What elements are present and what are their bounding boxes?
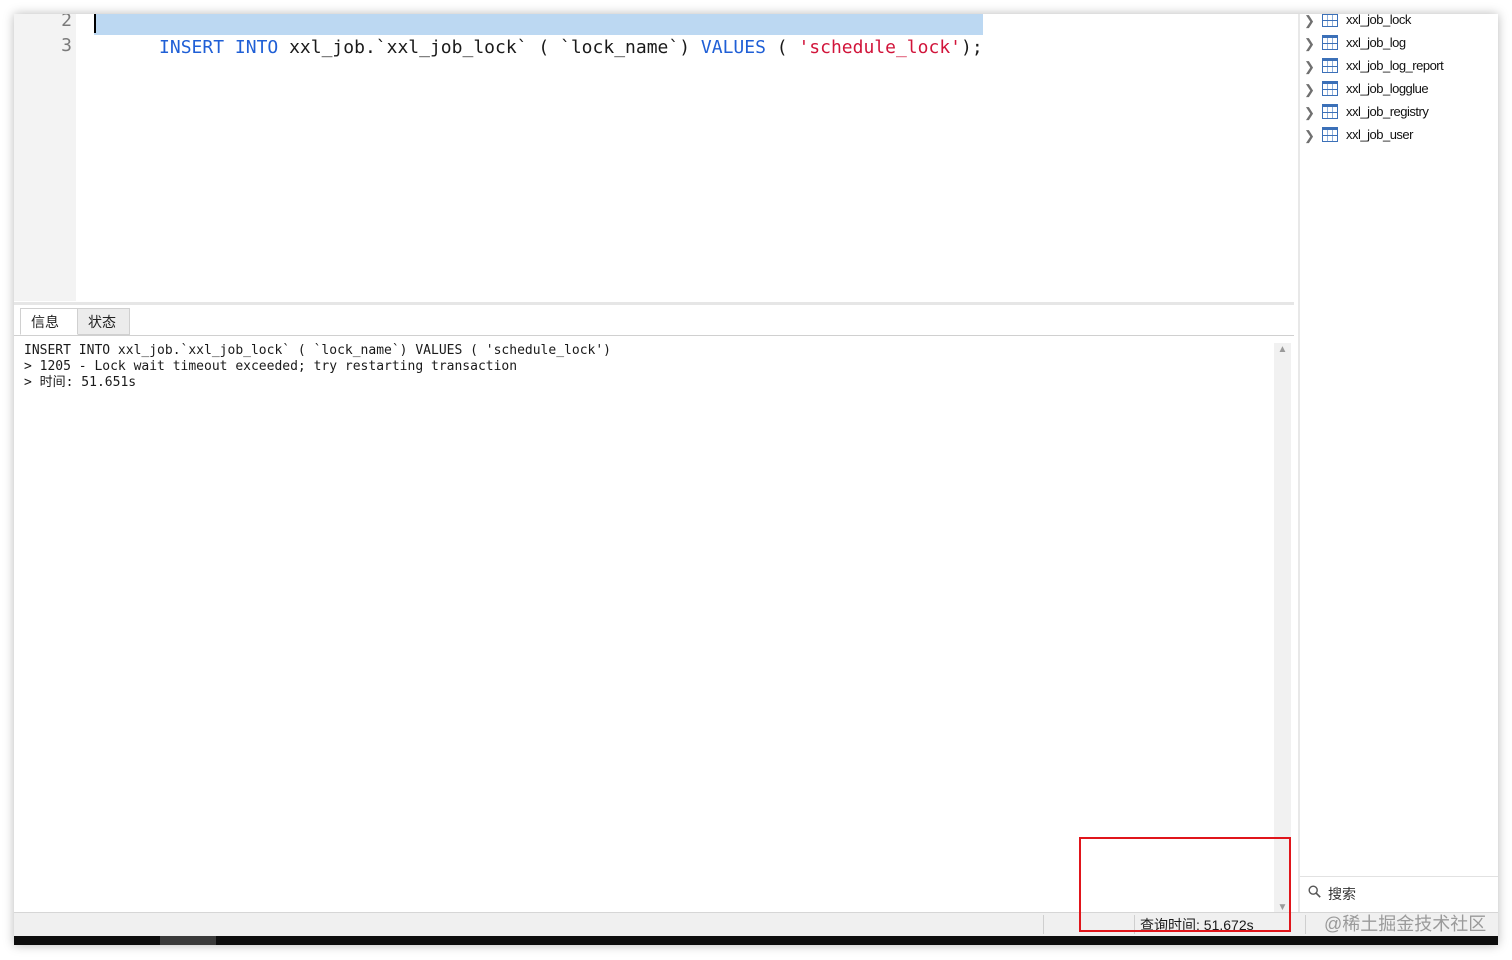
chevron-right-icon[interactable]: ❯ (1304, 81, 1315, 99)
vertical-scrollbar[interactable]: ▲ ▼ (1274, 343, 1291, 915)
code-token: xxl_job.`xxl_job_lock` ( `lock_name`) (278, 37, 701, 58)
taskbar-item[interactable] (160, 936, 216, 945)
tree-search[interactable]: 搜索 (1300, 876, 1498, 911)
code-token: ); (961, 37, 983, 58)
log-line: > 1205 - Lock wait timeout exceeded; try… (24, 359, 518, 374)
annotation-highlight-box (1079, 837, 1291, 932)
line-number: 2 (61, 14, 72, 31)
tree-item-table[interactable]: ❯ xxl_job_log_report (1300, 56, 1498, 79)
table-icon (1322, 58, 1338, 73)
log-line: INSERT INTO xxl_job.`xxl_job_lock` ( `lo… (24, 343, 611, 358)
tree-item-table[interactable]: ❯ xxl_job_registry (1300, 102, 1498, 125)
tree-item-table[interactable]: ❯ xxl_job_user (1300, 125, 1498, 148)
taskbar (14, 936, 1498, 945)
search-icon (1308, 885, 1321, 898)
tree-item-table[interactable]: ❯ xxl_job_lock (1300, 14, 1498, 33)
sql-editor[interactable]: 2 3 INSERT INTO xxl_job.`xxl_job_lock` (… (14, 14, 1294, 301)
table-icon (1322, 104, 1338, 119)
tree-item-table[interactable]: ❯ xxl_job_log (1300, 33, 1498, 56)
log-line: > 时间: 51.651s (24, 375, 137, 390)
watermark: @稀土掘金技术社区 (1324, 914, 1487, 934)
tab-status[interactable]: 状态 (78, 308, 130, 335)
code-token: INSERT INTO (159, 37, 279, 58)
tree-item-label: xxl_job_log_report (1346, 58, 1444, 73)
tree-item-label: xxl_job_logglue (1346, 81, 1429, 96)
tree-item-table[interactable]: ❯ xxl_job_logglue (1300, 79, 1498, 102)
code-token: VALUES (700, 37, 766, 58)
chevron-right-icon[interactable]: ❯ (1304, 58, 1315, 76)
text-caret (94, 14, 96, 33)
message-log: INSERT INTO xxl_job.`xxl_job_lock` ( `lo… (24, 343, 1264, 391)
object-tree: ❯ xxl_job_lock ❯ xxl_job_log ❯ xxl_job_l… (1298, 14, 1498, 912)
result-tabbar: 信息 状态 (14, 305, 1294, 336)
chevron-right-icon[interactable]: ❯ (1304, 35, 1315, 53)
line-number: 3 (61, 35, 72, 56)
code-token: 'schedule_lock' (798, 37, 961, 58)
code-line[interactable]: INSERT INTO xxl_job.`xxl_job_lock` ( `lo… (94, 14, 983, 58)
chevron-right-icon[interactable]: ❯ (1304, 127, 1315, 145)
line-number-gutter: 2 3 (14, 14, 76, 301)
scroll-up-arrow-icon[interactable]: ▲ (1274, 343, 1291, 357)
table-icon (1322, 14, 1338, 27)
code-token: ( (765, 37, 799, 58)
tree-item-label: xxl_job_user (1346, 127, 1414, 142)
tab-info[interactable]: 信息 (20, 308, 78, 335)
table-icon (1322, 81, 1338, 96)
tree-item-label: xxl_job_lock (1346, 14, 1411, 27)
result-panel: 信息 状态 INSERT INTO xxl_job.`xxl_job_lock`… (14, 302, 1294, 915)
table-icon (1322, 127, 1338, 142)
status-separator (1305, 915, 1306, 934)
chevron-right-icon[interactable]: ❯ (1304, 14, 1315, 30)
tree-item-label: xxl_job_log (1346, 35, 1406, 50)
table-icon (1322, 35, 1338, 50)
app-window: 2 3 INSERT INTO xxl_job.`xxl_job_lock` (… (14, 14, 1498, 945)
search-label: 搜索 (1328, 886, 1356, 902)
chevron-right-icon[interactable]: ❯ (1304, 104, 1315, 122)
tree-item-label: xxl_job_registry (1346, 104, 1429, 119)
status-separator (1043, 915, 1044, 934)
